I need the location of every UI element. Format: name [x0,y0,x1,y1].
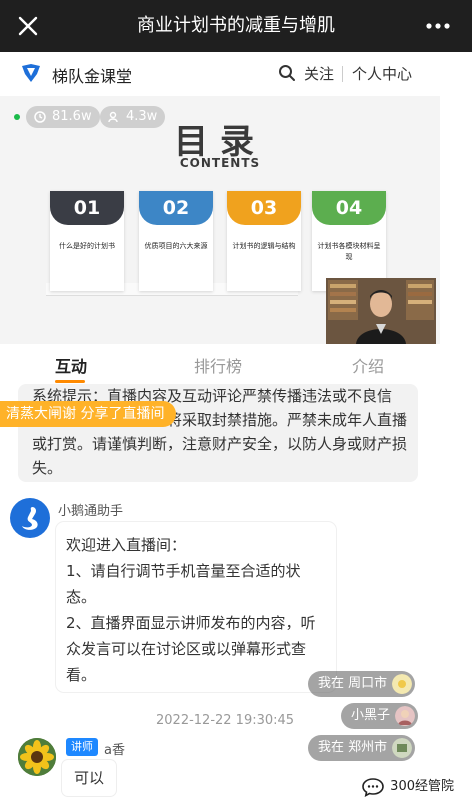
tab-ranking[interactable]: 排行榜 [194,353,242,377]
lecturer-name: a香 [104,743,125,758]
personal-center-link[interactable]: 个人中心 [352,63,412,84]
follow-button[interactable]: 关注 [304,63,334,84]
card-text: 计划书各模块材料呈现 [317,242,381,261]
contents-card: 01 什么是好的计划书 [50,191,124,291]
search-icon[interactable] [278,64,296,82]
tab-intro[interactable]: 介绍 [352,353,384,377]
lecturer-tag: 讲师 [66,738,98,756]
lecturer-message: 可以 [62,760,116,796]
danmu-text: 我在 郑州市 [318,740,388,755]
bot-avatar[interactable] [10,498,50,538]
slide-subtitle: CONTENTS [179,156,261,170]
share-notice: 清蒸大闸谢 分享了直播间 [0,401,177,427]
lecturer-avatar[interactable] [18,738,56,776]
bot-message-bubble: 欢迎进入直播间： 1、请自行调节手机音量至合适的状态。 2、直播界面显示讲师发布… [56,522,336,692]
active-tab-indicator [55,380,85,383]
top-bar: 商业计划书的减重与增肌 [0,0,472,52]
brand-logo-icon [22,64,40,82]
more-icon[interactable] [426,22,450,30]
channel-header: 梯队金课堂 关注 个人中心 [0,52,472,96]
card-text: 计划书的逻辑与结构 [232,242,296,250]
bot-name: 小鹅通助手 [58,504,124,519]
watermark: 300经管院 [354,772,464,802]
card-number: 01 [50,191,124,225]
tab-interaction[interactable]: 互动 [55,353,87,377]
message-timestamp: 2022-12-22 19:30:45 [156,713,295,728]
brand-name: 梯队金课堂 [52,67,133,86]
page-title: 商业计划书的减重与增肌 [137,15,335,36]
avatar [392,738,413,758]
sunflower-icon [18,738,56,776]
avatar [392,674,413,694]
card-number: 02 [139,191,213,225]
system-message: 系统提示：直播内容及互动评论严禁传播违法或不良信息，如有违反，我们将采取封禁措施… [18,384,418,482]
card-text: 什么是好的计划书 [59,242,115,250]
right-margin [440,96,472,806]
danmu-item: 我在 周口市 [308,671,416,697]
danmu-item: 我在 郑州市 [308,735,416,761]
card-number: 04 [312,191,386,225]
contents-card: 04 计划书各模块材料呈现 [312,191,386,291]
danmu-text: 小黑子 [351,708,391,723]
avatar [395,706,416,726]
system-message-text: 系统提示：直播内容及互动评论严禁传播违法或不良信息，如有违反，我们将采取封禁措施… [32,387,408,477]
divider [342,66,343,82]
watermark-text: 300经管院 [390,779,454,794]
bot-message-line: 1、请自行调节手机音量至合适的状态。 [66,562,301,606]
card-text: 优质项目的六大来源 [144,242,208,250]
chat-icon [362,778,384,797]
contents-card: 02 优质项目的六大来源 [139,191,213,291]
danmu-text: 我在 周口市 [318,676,388,691]
close-icon[interactable] [14,12,42,40]
card-number: 03 [227,191,301,225]
goose-icon [22,507,38,530]
tab-bar: 互动 排行榜 介绍 [0,344,440,384]
presenter-video[interactable] [326,278,436,344]
contents-card: 03 计划书的逻辑与结构 [227,191,301,291]
bot-message-line: 2、直播界面显示讲师发布的内容，听众发言可以在讨论区或以弹幕形式查看。 [66,614,316,684]
danmu-item: 小黑子 [341,703,419,729]
bot-message-line: 欢迎进入直播间： [66,536,187,554]
